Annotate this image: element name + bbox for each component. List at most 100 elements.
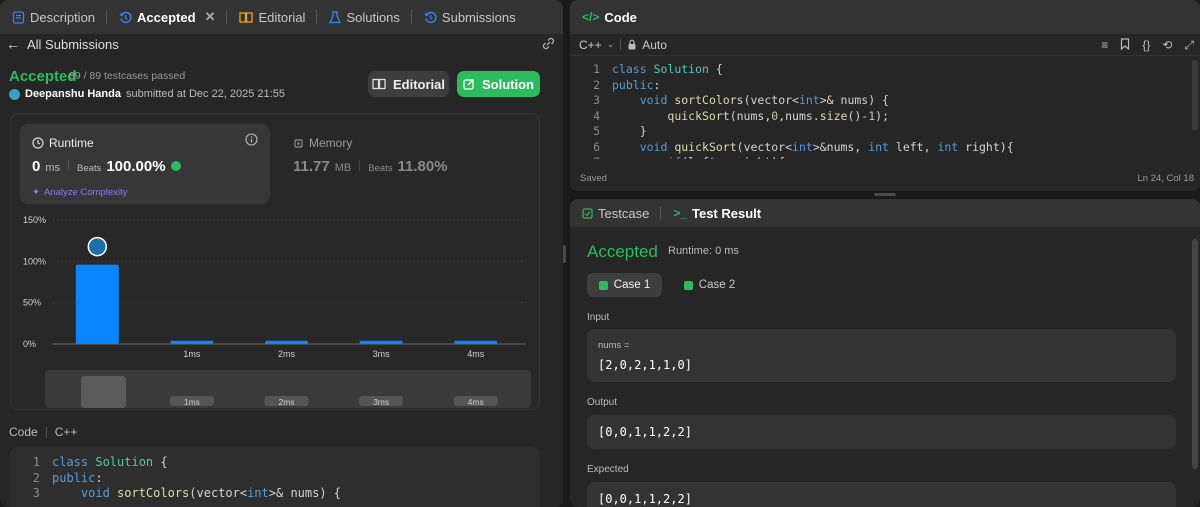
tab-label: Testcase (598, 205, 650, 221)
cursor-position: Ln 24, Col 18 (1137, 173, 1194, 184)
output-box: [0,0,1,1,2,2] (587, 415, 1176, 449)
check-icon (598, 280, 608, 290)
stats-card: Runtime 0 ms Beats 100.00% ✦ Analyze Com… (10, 113, 540, 410)
left-tabbar: Description Accepted ✕ Editorial Solutio… (0, 0, 563, 34)
code-token: int (247, 486, 269, 500)
tab-divider (316, 10, 318, 24)
code-token: Solution (653, 62, 709, 76)
code-token: (nums, (729, 108, 772, 123)
bookmark-icon[interactable] (1120, 38, 1130, 53)
test-runtime: Runtime: 0 ms (668, 245, 739, 257)
link-icon[interactable] (541, 36, 556, 51)
tab-description[interactable]: Description (6, 0, 113, 34)
code-lines: 1 class Solution {2 public: 3 void sortColo… (16, 455, 540, 502)
testcases-passed: 89 / 89 testcases passed (69, 70, 186, 82)
code-token: left, (895, 139, 938, 154)
editor-code-area[interactable]: 1 class Solution {2 public: 3 void sortColo… (570, 62, 1192, 159)
memory-beats-value: 11.80% (397, 158, 448, 175)
bar (170, 340, 214, 344)
submitted-code-block: 1 class Solution {2 public: 3 void sortColo… (10, 447, 540, 507)
tab-label: Editorial (258, 9, 306, 25)
line-number: 1 (32, 455, 40, 469)
reset-icon[interactable]: ⟲ (1162, 38, 1172, 53)
memory-card[interactable]: Memory 11.77 MB Beats 11.80% (281, 124, 531, 204)
autocomplete-toggle[interactable]: Auto (627, 38, 667, 52)
format-icon[interactable]: ≡ (1101, 38, 1108, 53)
leetcode-fruit-icon (170, 161, 181, 171)
runtime-value: 0 (32, 158, 41, 175)
code-token: right){ (965, 139, 1014, 154)
history-icon (424, 11, 437, 24)
code-line: 2 public: (576, 78, 1192, 94)
code-token: } (612, 124, 647, 138)
runtime-card[interactable]: Runtime 0 ms Beats 100.00% ✦ Analyze Com… (20, 124, 270, 204)
solution-button[interactable]: Solution (457, 71, 540, 97)
code-token: >& nums) { (268, 486, 342, 500)
code-token: Solution (95, 455, 154, 469)
minimap-label: 2ms (278, 397, 294, 407)
y-tick-label: 150% (23, 215, 46, 225)
tab-test-result[interactable]: >_ Test Result (667, 199, 767, 227)
code-token: (vector< (189, 486, 248, 500)
case-tab-2[interactable]: Case 2 (672, 273, 747, 297)
username[interactable]: Deepanshu Handa (25, 88, 121, 100)
code-token: (vector< (743, 93, 799, 107)
tab-submissions[interactable]: Submissions (418, 0, 522, 34)
y-tick-label: 0% (23, 339, 36, 349)
memory-header: Memory (293, 136, 352, 150)
maximize-icon[interactable]: ⤢ (1184, 38, 1194, 53)
x-tick-label: 1ms (183, 349, 201, 359)
line-number: 1 (593, 62, 600, 76)
x-tick-label: 2ms (278, 349, 296, 359)
tab-editorial[interactable]: Editorial (233, 0, 323, 34)
lock-icon (627, 39, 637, 50)
code-token: quickSort (674, 139, 737, 154)
language-select[interactable]: C++ ⌄ (579, 38, 614, 52)
editor-scrollbar[interactable] (1192, 60, 1198, 130)
code-token: { (153, 455, 168, 469)
close-icon[interactable]: ✕ (205, 9, 216, 25)
analyze-label: Analyze Complexity (43, 187, 128, 198)
user-avatar-marker (87, 236, 108, 257)
tab-accepted[interactable]: Accepted ✕ (113, 0, 233, 34)
avatar[interactable] (9, 88, 20, 100)
code-token: size (819, 108, 848, 123)
code-token: sortColors (117, 486, 190, 500)
memory-label: Memory (309, 136, 353, 150)
horizontal-resize-handle[interactable] (874, 193, 896, 196)
case-label: Case 1 (613, 279, 651, 291)
bar (75, 264, 119, 344)
line-number: 4 (593, 108, 600, 123)
code-line: 5 } (576, 124, 1192, 140)
code-token: if (667, 155, 681, 159)
back-label: All Submissions (27, 36, 119, 52)
chevron-down-icon: ⌄ (606, 39, 615, 49)
back-to-submissions[interactable]: ← All Submissions (6, 36, 119, 52)
test-scrollbar[interactable] (1192, 239, 1198, 469)
info-icon[interactable] (245, 133, 258, 146)
flask-icon (329, 10, 342, 24)
test-panel: Testcase >_ Test Result Accepted Runtime… (570, 199, 1200, 507)
tab-label: Test Result (692, 205, 762, 221)
case-tab-1[interactable]: Case 1 (587, 273, 662, 297)
code-token: int (792, 139, 813, 154)
vertical-resize-handle[interactable] (563, 245, 566, 263)
code-token: ); (875, 108, 890, 123)
code-token: : (95, 470, 103, 485)
runtime-beats-label: Beats (77, 163, 102, 174)
tab-code[interactable]: </> Code (576, 0, 643, 34)
code-header: Code C++ (9, 425, 77, 439)
editorial-button[interactable]: Editorial (368, 71, 449, 97)
code-lines: 1 class Solution {2 public: 3 void sortColo… (576, 62, 1192, 159)
analyze-complexity[interactable]: ✦ Analyze Complexity (32, 187, 127, 198)
output-value: [0,0,1,1,2,2] (598, 425, 692, 439)
tab-testcase[interactable]: Testcase (576, 199, 667, 227)
code-token: >& nums) { (819, 93, 889, 107)
divider (359, 160, 361, 171)
book-icon (239, 11, 254, 24)
code-token: int (937, 139, 966, 154)
braces-icon[interactable]: {} (1142, 38, 1150, 53)
tab-solutions[interactable]: Solutions (323, 0, 417, 34)
tab-label: Submissions (441, 9, 516, 25)
